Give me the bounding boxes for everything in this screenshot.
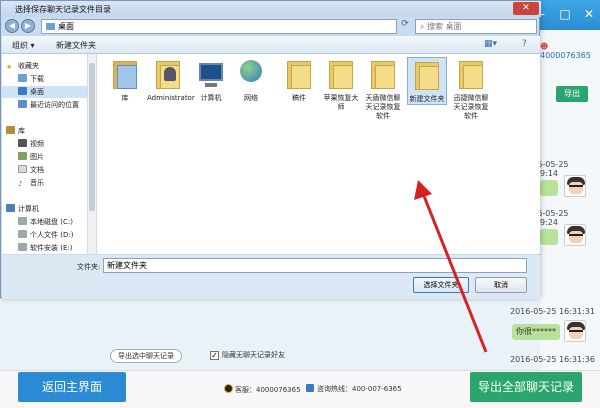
annotation-arrow <box>414 180 488 353</box>
